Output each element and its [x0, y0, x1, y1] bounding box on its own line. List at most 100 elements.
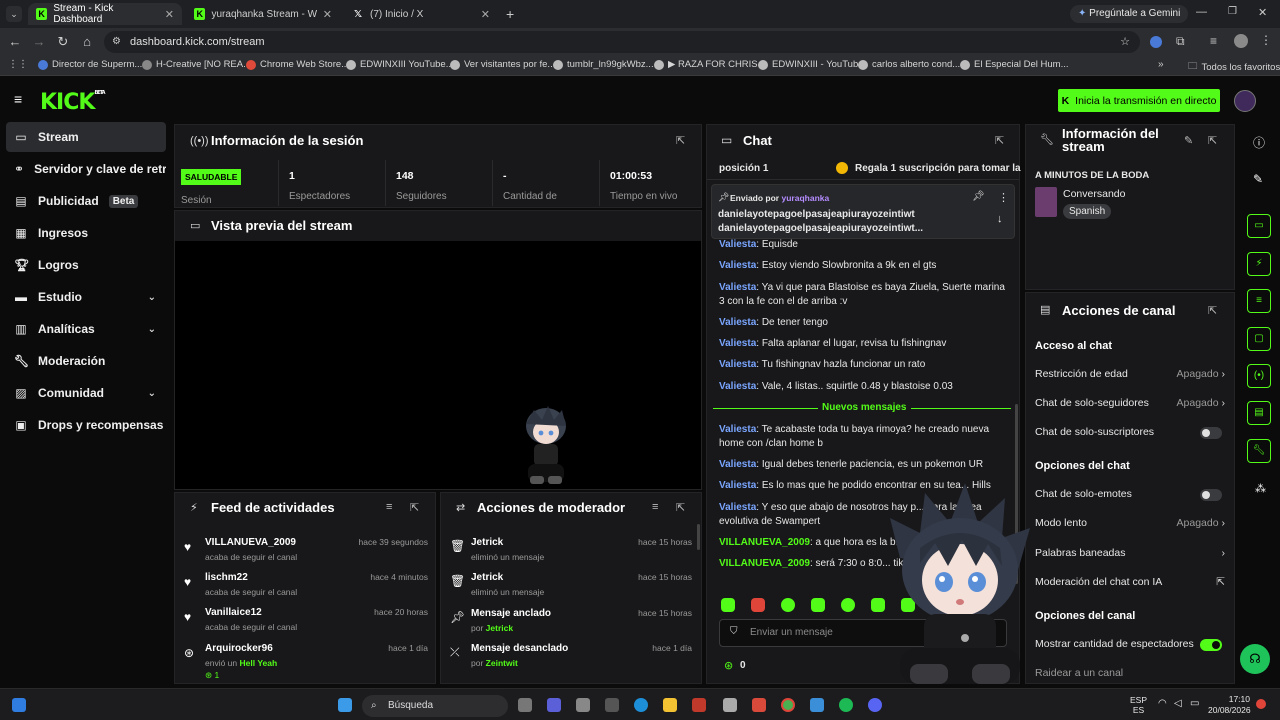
spotify-icon[interactable] [839, 698, 853, 712]
volume-icon[interactable]: ◁ [1174, 698, 1182, 709]
feed-username[interactable]: Vanillaice12 [205, 607, 262, 618]
reload-icon[interactable]: ↻ [55, 34, 71, 50]
file-explorer-icon[interactable] [663, 698, 677, 712]
bookmark-item[interactable]: EDWINXIII - YouTube [758, 59, 864, 70]
subs-only-toggle[interactable] [1200, 427, 1222, 439]
wifi-icon[interactable]: ◠ [1158, 698, 1167, 709]
app-icon[interactable] [576, 698, 590, 712]
mod-action-name[interactable]: Jetrick [471, 537, 503, 548]
app-icon[interactable] [605, 698, 619, 712]
tab-x[interactable]: 𝕏 (7) Inicio / X ✕ [344, 3, 498, 25]
chat-username[interactable]: Valiesta [719, 381, 756, 392]
popout-icon[interactable]: ⇱ [1208, 134, 1217, 147]
browser-menu-icon[interactable]: ⋮ [1260, 33, 1272, 47]
user-avatar[interactable] [1234, 90, 1256, 112]
pinned-by-user[interactable]: yuraqhanka [782, 193, 830, 203]
sidebar-item-drops[interactable]: ▣ Drops y recompensas [6, 410, 166, 440]
sidebar-item-ads[interactable]: ▤ Publicidad Beta [6, 186, 166, 216]
sidebar-item-achievements[interactable]: 🏆︎ Logros [6, 250, 166, 280]
chat-username[interactable]: Valiesta [719, 282, 756, 293]
scrollbar[interactable] [697, 524, 700, 550]
chat-username[interactable]: VILLANUEVA_2009 [719, 558, 810, 569]
start-menu-icon[interactable] [338, 698, 352, 712]
bookmark-item[interactable]: EDWINXIII YouTube... [346, 59, 454, 70]
extensions-puzzle-icon[interactable]: ⧉ [1176, 34, 1185, 49]
close-tab-icon[interactable]: ✕ [481, 8, 490, 21]
more-bookmarks-icon[interactable]: » [1158, 59, 1164, 70]
followers-only-row[interactable]: Chat de solo-seguidores Apagado › [1035, 397, 1225, 415]
popout-icon[interactable]: ⇱ [410, 501, 419, 514]
show-viewers-toggle[interactable] [1200, 639, 1222, 651]
rail-button-bolt[interactable]: ⚡︎ [1247, 252, 1271, 276]
bookmark-item[interactable]: H-Creative [NO REA... [142, 59, 251, 70]
gift-sub-cta[interactable]: Regala 1 suscripción para tomar la [855, 163, 1021, 174]
url-input[interactable]: ⚙ dashboard.kick.com/stream ☆ [104, 31, 1140, 53]
bookmark-star-icon[interactable]: ☆ [1120, 31, 1130, 53]
chat-username[interactable]: Valiesta [719, 359, 756, 370]
chat-username[interactable]: Valiesta [719, 424, 756, 435]
share-icon[interactable]: ⁂ [1255, 482, 1266, 495]
filter-icon[interactable]: ≡ [386, 501, 392, 513]
more-options-icon[interactable]: ⋮ [998, 191, 1009, 204]
emote-icon[interactable] [841, 598, 855, 612]
chat-username[interactable]: Valiesta [719, 502, 756, 513]
app-icon[interactable] [810, 698, 824, 712]
popout-icon[interactable]: ⇱ [1208, 304, 1217, 317]
popout-icon[interactable]: ⇱ [995, 134, 1004, 147]
filter-icon[interactable]: ≡ [652, 501, 658, 513]
support-button[interactable]: ☊ [1240, 644, 1270, 674]
sidebar-item-community[interactable]: ▨ Comunidad ⌄ [6, 378, 166, 408]
maximize-window-icon[interactable]: ❐ [1228, 6, 1237, 17]
taskbar-search[interactable]: ⌕ Búsqueda [362, 695, 508, 717]
close-window-icon[interactable]: ✕ [1258, 6, 1267, 19]
sidebar-item-income[interactable]: ▦ Ingresos [6, 218, 166, 248]
popout-icon[interactable]: ⇱ [676, 501, 685, 514]
app-icon[interactable] [723, 698, 737, 712]
chat-username[interactable]: Valiesta [719, 317, 756, 328]
gemini-button[interactable]: ✦ Pregúntale a Gemini [1070, 5, 1189, 23]
forward-icon[interactable]: → [31, 34, 47, 50]
info-icon[interactable]: ⓘ [1253, 134, 1265, 151]
discord-icon[interactable] [868, 698, 882, 712]
sidebar-item-studio[interactable]: ▬ Estudio ⌄ [6, 282, 166, 312]
app-icon[interactable] [547, 698, 561, 712]
emote-icon[interactable] [751, 598, 765, 612]
age-restriction-row[interactable]: Restricción de edad Apagado › [1035, 368, 1225, 386]
hamburger-menu-icon[interactable]: ≡ [14, 91, 22, 107]
rail-button-wrench[interactable]: 🔧︎ [1247, 439, 1271, 463]
bookmark-item[interactable]: ▶ RAZA FOR CHRIS... [654, 59, 766, 70]
emotes-only-toggle[interactable] [1200, 489, 1222, 501]
profile-avatar[interactable] [1234, 34, 1248, 48]
emote-icon[interactable] [811, 598, 825, 612]
rail-button-list[interactable]: ≡ [1247, 289, 1271, 313]
feed-username[interactable]: VILLANUEVA_2009 [205, 537, 296, 548]
go-live-button[interactable]: K Inicia la transmisión en directo [1058, 89, 1220, 112]
new-tab-button[interactable]: + [506, 6, 514, 22]
mod-action-user[interactable]: Zeintwit [486, 658, 518, 668]
edit-icon[interactable]: ✎ [1253, 172, 1263, 186]
chrome-icon[interactable] [781, 698, 795, 712]
bookmark-item[interactable]: tumblr_ln99gkWbz... [553, 59, 654, 70]
chat-username[interactable]: Valiesta [719, 459, 756, 470]
edit-icon[interactable]: ✎ [1184, 134, 1193, 147]
close-tab-icon[interactable]: ✕ [165, 8, 174, 21]
rail-button-chat[interactable]: ▢ [1247, 327, 1271, 351]
chat-username[interactable]: Valiesta [719, 338, 756, 349]
minimize-window-icon[interactable]: — [1196, 6, 1207, 18]
battery-icon[interactable]: ▭ [1190, 698, 1199, 709]
site-info-icon[interactable]: ⚙ [112, 31, 121, 53]
ai-moderation-row[interactable]: Moderación del chat con IA ⇱ [1035, 576, 1225, 594]
expand-icon[interactable]: ↓ [997, 213, 1003, 225]
mod-action-name[interactable]: Mensaje anclado [471, 608, 551, 619]
kick-logo[interactable]: KICKBETA [40, 90, 106, 115]
chat-username[interactable]: VILLANUEVA_2009 [719, 537, 810, 548]
tab-kick-dashboard[interactable]: K Stream - Kick Dashboard ✕ [28, 3, 182, 25]
tab-kick-watch[interactable]: K yuraqhanka Stream - Watch Liv ✕ [186, 3, 340, 25]
feed-username[interactable]: Arquirocker96 [205, 643, 273, 654]
task-view-icon[interactable] [518, 698, 532, 712]
tab-list-chevron-icon[interactable]: ⌄ [6, 6, 22, 22]
apps-grid-icon[interactable]: ⋮⋮ [8, 59, 28, 70]
extension-icon[interactable] [1150, 36, 1162, 48]
bookmark-item[interactable]: Ver visitantes por fe... [450, 59, 555, 70]
keyboard-language[interactable]: ESP ES [1130, 695, 1147, 715]
